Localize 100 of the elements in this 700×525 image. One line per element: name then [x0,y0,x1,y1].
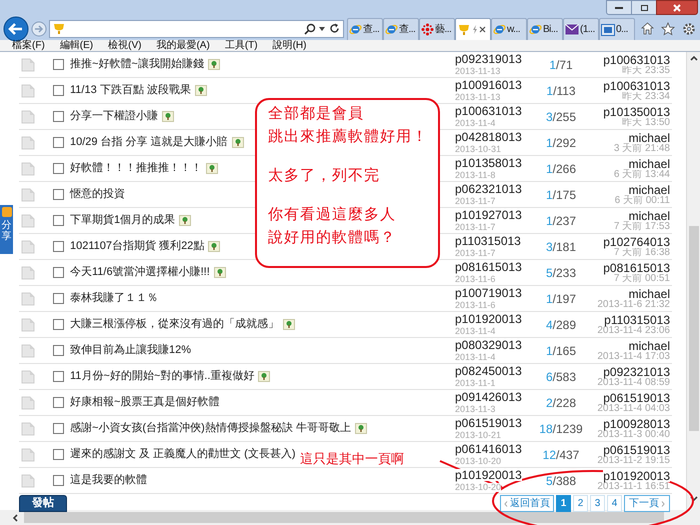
scroll-down-icon[interactable] [690,496,698,502]
search-icon[interactable] [304,22,316,34]
menu-item[interactable]: 我的最愛(A) [156,40,210,50]
author-name[interactable]: p101358013 [455,157,522,169]
topic-link[interactable]: 這是我要的軟體 [70,475,147,486]
last-poster[interactable]: michael [628,184,670,196]
topic-link[interactable]: 好軟體！！！推推推！！！ [70,163,202,174]
checkbox[interactable] [53,345,64,356]
refresh-icon[interactable] [329,23,340,34]
author-name[interactable]: p100631013 [455,105,522,117]
checkbox[interactable] [53,475,64,486]
author-name[interactable]: p082450013 [455,365,522,377]
vertical-scrollbar[interactable] [686,52,700,510]
author-name[interactable]: p110315013 [455,235,521,247]
share-tab[interactable]: 分享 [0,205,13,254]
home-icon[interactable] [641,22,654,35]
checkbox[interactable] [53,267,64,278]
author-name[interactable]: p092319013 [455,53,522,65]
topic-link[interactable]: 遲來的感謝文 及 正義魔人的勸世文 (文長甚入) [70,449,296,460]
author-name[interactable]: p080329013 [455,339,522,351]
checkbox[interactable] [53,163,64,174]
topic-link[interactable]: 致伸目前為止讓我賺12% [70,345,192,356]
checkbox[interactable] [53,449,64,460]
scroll-up-icon[interactable] [690,55,698,61]
checkbox[interactable] [53,85,64,96]
author-name[interactable]: p100916013 [455,79,522,91]
page-button[interactable]: 3 [590,495,605,512]
last-poster[interactable]: p092321013 [603,366,670,378]
topic-link[interactable]: 11月份~好的開始~對的事情..重複做好 [70,371,254,382]
last-poster[interactable]: p100928013 [603,418,670,430]
scrollbar-thumb[interactable] [688,226,698,431]
browser-tab[interactable]: (1... [563,18,599,40]
star-icon[interactable] [661,22,675,36]
menu-item[interactable]: 工具(T) [224,40,258,50]
last-poster[interactable]: p081615013 [603,262,670,274]
author-name[interactable]: p081615013 [455,261,522,273]
checkbox[interactable] [53,371,64,382]
checkbox[interactable] [53,59,64,70]
checkbox[interactable] [53,137,64,148]
browser-tab[interactable]: 查... [347,18,383,40]
last-poster[interactable]: p101920013 [603,470,670,482]
author-name[interactable]: p101920013 [455,469,522,481]
topic-link[interactable]: 好康相報~股票王真是個好軟體 [70,397,220,408]
topic-link[interactable]: 下單期貨1個月的成果 [70,215,176,226]
settings-icon[interactable] [682,22,696,36]
close-button[interactable] [656,0,698,15]
browser-tab[interactable]: w... [491,18,527,40]
topic-link[interactable]: 推推~好軟體~讓我開始賺錢 [70,59,204,70]
last-poster[interactable]: michael [628,340,670,352]
browser-tab[interactable]: 0... [599,18,635,40]
author-name[interactable]: p042818013 [455,131,522,143]
horizontal-scrollbar[interactable] [0,510,700,525]
menu-item[interactable]: 檢視(V) [108,40,142,50]
last-poster[interactable]: p100631013 [603,80,670,92]
last-poster[interactable]: michael [628,132,670,144]
last-poster[interactable]: michael [628,288,670,300]
dropdown-icon[interactable] [319,26,325,30]
scrollbar-thumb[interactable] [24,512,664,523]
checkbox[interactable] [53,293,64,304]
checkbox[interactable] [53,189,64,200]
menu-item[interactable]: 編輯(E) [60,40,94,50]
author-name[interactable]: p101920013 [455,313,522,325]
author-name[interactable]: p061519013 [455,417,522,429]
page-button[interactable]: 4 [607,495,622,512]
author-name[interactable]: p061416013 [455,443,522,455]
menu-item[interactable]: 檔案(F) [12,40,45,50]
topic-link[interactable]: 10/29 台指 分享 這就是大賺小賠 [70,137,228,148]
checkbox[interactable] [53,111,64,122]
page-button[interactable]: 2 [573,495,588,512]
next-page-button[interactable]: 下一頁 [624,495,670,512]
last-poster[interactable]: p100631013 [603,54,670,66]
first-page-button[interactable]: 返回首頁 [500,495,554,512]
checkbox[interactable] [53,215,64,226]
close-tab-icon[interactable] [479,26,486,33]
restore-button[interactable] [632,0,656,15]
last-poster[interactable]: p061519013 [603,444,670,456]
author-name[interactable]: p062321013 [455,183,522,195]
last-poster[interactable]: p061519013 [603,392,670,404]
topic-link[interactable]: 11/13 下跌百點 波段戰果 [70,85,191,96]
menu-item[interactable]: 說明(H) [272,40,306,50]
topic-link[interactable]: 大賺三根漲停板，從來沒有過的「成就感」 [70,319,279,330]
back-button[interactable] [3,16,29,42]
topic-link[interactable]: 今天11/6號當沖選擇權小賺!!! [70,267,210,278]
topic-link[interactable]: 感謝~小資女孩(台指當沖俠)熱情傳授操盤秘訣 牛哥哥敬上 [70,423,351,434]
post-button[interactable]: 發帖 [19,495,67,512]
checkbox[interactable] [53,397,64,408]
author-name[interactable]: p091426013 [455,391,522,403]
topic-link[interactable]: 分享一下權證小賺 [70,111,158,122]
scroll-left-icon[interactable] [12,514,18,522]
author-name[interactable]: p100719013 [455,287,522,299]
topic-link[interactable]: 1021107台指期貨 獲利22點 [70,241,204,252]
checkbox[interactable] [53,241,64,252]
browser-tab[interactable]: Bi... [527,18,563,40]
last-poster[interactable]: michael [628,158,670,170]
page-button[interactable]: 1 [556,495,571,512]
browser-tab[interactable]: 查... [383,18,419,40]
address-field[interactable] [49,20,344,38]
minimize-button[interactable] [606,0,632,15]
last-poster[interactable]: p101350013 [603,106,670,118]
last-poster[interactable]: p102764013 [603,236,670,248]
